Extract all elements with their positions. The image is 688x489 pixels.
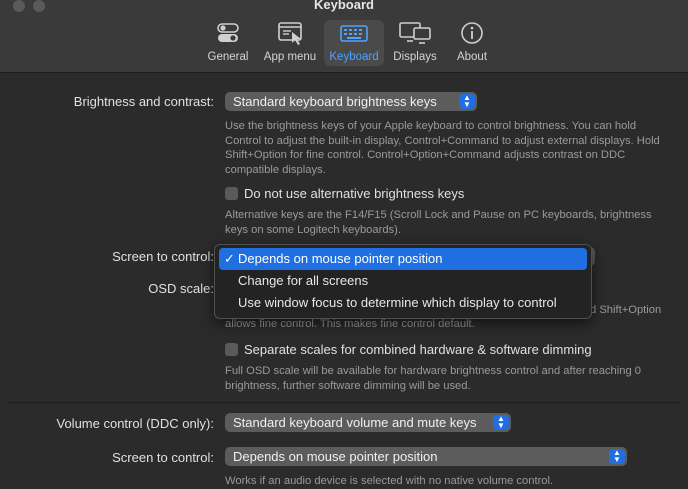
volume-control-label: Volume control (DDC only): [56, 416, 215, 431]
tab-label: General [207, 51, 249, 63]
help-line: Shift+Option for fine control. Control+O… [225, 149, 626, 161]
displays-icon [390, 20, 440, 48]
help-line: brightness, further software dimming wil… [225, 379, 471, 392]
window-toolbar: Keyboard General App menu Keyboard Displ… [0, 0, 688, 73]
screen-to-control-menu[interactable]: ✓ Depends on mouse pointer position Chan… [214, 244, 592, 319]
tab-general[interactable]: General [203, 20, 253, 66]
checkbox-box[interactable] [225, 187, 238, 200]
chevron-updown-icon: ▲ ▼ [609, 449, 625, 464]
app-menu-icon [260, 20, 320, 48]
tab-label: Displays [393, 51, 437, 63]
checkmark-icon: ✓ [224, 251, 235, 266]
osd-help-tail: d Shift+Option [590, 304, 662, 316]
tab-label: About [456, 51, 488, 63]
menu-item-all-screens[interactable]: Change for all screens [219, 270, 587, 292]
keyboard-icon [324, 20, 384, 48]
volume-screen-popup[interactable]: Depends on mouse pointer position ▲ ▼ [225, 447, 627, 466]
separate-scales-checkbox[interactable]: Separate scales for combined hardware & … [225, 342, 592, 357]
menu-item-window-focus[interactable]: Use window focus to determine which disp… [219, 292, 587, 314]
brightness-help: Use the brightness keys of your Apple ke… [225, 119, 688, 177]
chevron-updown-icon: ▲ ▼ [459, 94, 475, 109]
toggle-icon [203, 20, 253, 48]
chevron-updown-icon: ▲ ▼ [493, 415, 509, 430]
menu-item-label: Change for all screens [238, 273, 369, 288]
help-line: Control to adjust the built-in display, … [225, 134, 660, 147]
menu-item-label: Use window focus to determine which disp… [238, 295, 557, 310]
brightness-keys-popup[interactable]: Standard keyboard brightness keys ▲ ▼ [225, 92, 477, 111]
popup-value: Depends on mouse pointer position [233, 449, 438, 464]
volume-help: Works if an audio device is selected wit… [225, 475, 554, 487]
help-line: compatible displays. [225, 163, 326, 176]
window-title: Keyboard [314, 0, 374, 12]
volume-keys-popup[interactable]: Standard keyboard volume and mute keys ▲… [225, 413, 511, 432]
checkbox-label: Do not use alternative brightness keys [244, 186, 465, 201]
help-line: keys on some Logitech keyboards). [225, 223, 401, 236]
tab-displays[interactable]: Displays [390, 20, 440, 66]
separate-scales-help: Full OSD scale will be available for har… [225, 364, 685, 393]
help-line: Use the brightness keys of your Apple ke… [225, 120, 637, 132]
tab-label: App menu [263, 51, 317, 63]
info-icon [450, 20, 494, 48]
brightness-label: Brightness and contrast: [73, 94, 214, 109]
osd-scale-label: OSD scale: [148, 281, 214, 296]
tab-keyboard[interactable]: Keyboard [324, 20, 384, 66]
popup-value: Standard keyboard volume and mute keys [233, 415, 477, 430]
checkbox-box[interactable] [225, 343, 238, 356]
checkbox-label: Separate scales for combined hardware & … [244, 342, 592, 357]
help-line: Alternative keys are the F14/F15 (Scroll… [225, 209, 652, 221]
tab-label: Keyboard [329, 51, 379, 63]
screen-to-control-label: Screen to control: [112, 249, 214, 264]
tab-about[interactable]: About [450, 20, 494, 66]
tab-app-menu[interactable]: App menu [260, 20, 320, 66]
section-divider [8, 402, 680, 403]
alt-brightness-keys-checkbox[interactable]: Do not use alternative brightness keys [225, 186, 464, 201]
popup-value: Standard keyboard brightness keys [233, 94, 437, 109]
menu-item-mouse-pointer[interactable]: ✓ Depends on mouse pointer position [219, 248, 587, 270]
osd-help: allows fine control. This makes fine con… [225, 318, 475, 330]
volume-screen-to-control-label: Screen to control: [112, 450, 214, 465]
menu-item-label: Depends on mouse pointer position [238, 251, 443, 266]
help-line: Full OSD scale will be available for har… [225, 365, 642, 377]
alt-keys-help: Alternative keys are the F14/F15 (Scroll… [225, 208, 688, 237]
